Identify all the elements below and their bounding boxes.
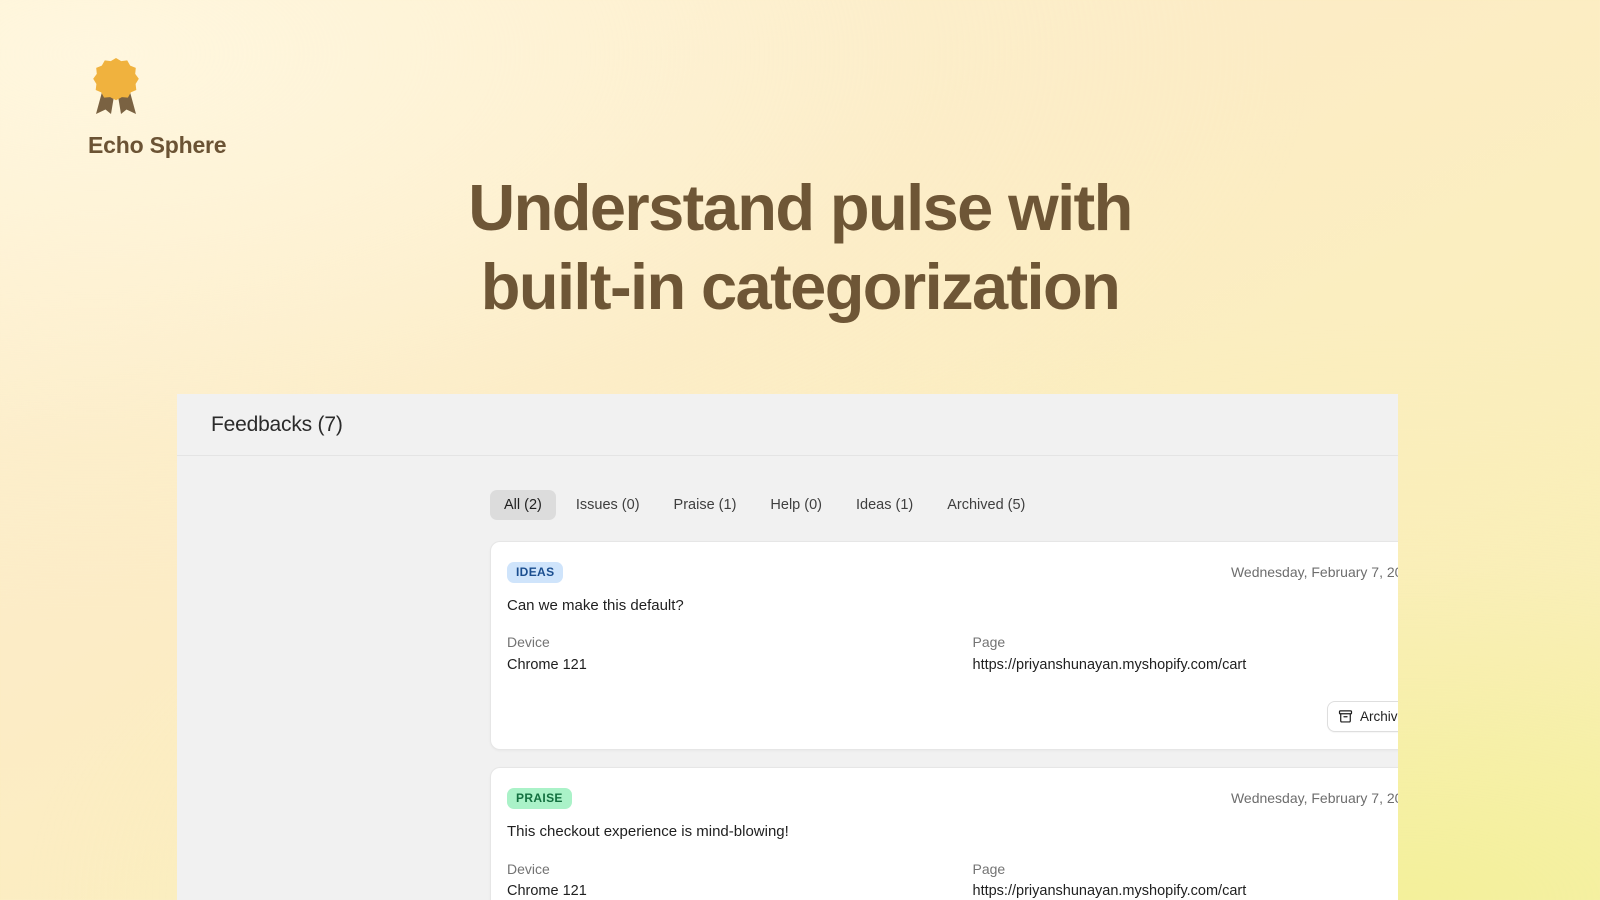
- award-ribbon-icon: [88, 56, 388, 118]
- device-label: Device: [507, 860, 550, 877]
- tab-issues[interactable]: Issues (0): [562, 490, 654, 520]
- page-label: Page: [972, 860, 1006, 877]
- archive-box-icon: [1338, 709, 1353, 724]
- brand-block: Echo Sphere: [88, 56, 388, 160]
- feedback-date: Wednesday, February 7, 2024: [1230, 790, 1398, 807]
- device-value: Chrome 121: [507, 656, 587, 673]
- feedback-panel: Feedbacks (7) All (2) Issues (0) Praise (1…: [177, 394, 1398, 900]
- feedback-card-header: PRAISE Wednesday, February 7, 2024: [507, 788, 1398, 810]
- feedback-meta: Device Page Chrome 121 https://priyanshunay…: [507, 631, 1398, 676]
- tab-ideas[interactable]: Ideas (1): [842, 490, 927, 520]
- hero-title-line-2: built-in categorization: [480, 250, 1121, 324]
- tab-archived[interactable]: Archived (5): [933, 490, 1039, 520]
- tab-praise[interactable]: Praise (1): [660, 490, 751, 520]
- feedback-message: This checkout experience is mind-blowing…: [507, 823, 789, 841]
- panel-title: Feedbacks (7): [211, 412, 343, 436]
- hero-title-line-1: Understand pulse with: [468, 171, 1133, 244]
- archive-button-label: Archive: [1359, 709, 1398, 725]
- device-label: Device: [507, 634, 550, 651]
- feedback-card: PRAISE Wednesday, February 7, 2024 This ch…: [490, 767, 1398, 900]
- page-label: Page: [972, 634, 1006, 651]
- category-tabs: All (2) Issues (0) Praise (1) Help (0) Ideas…: [177, 490, 1398, 520]
- hero-section: Understand pulse with built-in categoriz…: [0, 168, 1600, 327]
- page-value: https://priyanshunayan.myshopify.com/car…: [972, 656, 1247, 673]
- feedback-list: IDEAS Wednesday, February 7, 2024 Can we m…: [177, 541, 1398, 900]
- page-value: https://priyanshunayan.myshopify.com/car…: [972, 883, 1247, 900]
- device-value: Chrome 121: [507, 883, 587, 900]
- feedback-date: Wednesday, February 7, 2024: [1230, 564, 1398, 580]
- feedback-card-header: IDEAS Wednesday, February 7, 2024: [507, 562, 1398, 584]
- tab-help[interactable]: Help (0): [756, 490, 836, 520]
- panel-body: All (2) Issues (0) Praise (1) Help (0) Ideas…: [177, 456, 1398, 900]
- category-badge: IDEAS: [507, 562, 564, 584]
- page-title: Understand pulse with built-in categoriz…: [160, 168, 1440, 327]
- brand-name: Echo Sphere: [88, 132, 227, 158]
- feedback-message: Can we make this default?: [507, 597, 684, 615]
- tab-all[interactable]: All (2): [490, 490, 556, 520]
- archive-button[interactable]: Archive: [1326, 701, 1398, 733]
- category-badge: PRAISE: [507, 788, 572, 810]
- feedback-card: IDEAS Wednesday, February 7, 2024 Can we m…: [490, 541, 1398, 751]
- panel-header: Feedbacks (7): [177, 394, 1398, 456]
- feedback-meta: Device Page Chrome 121 https://priyanshunay…: [507, 858, 1398, 900]
- feedback-card-actions: Archive: [507, 701, 1398, 733]
